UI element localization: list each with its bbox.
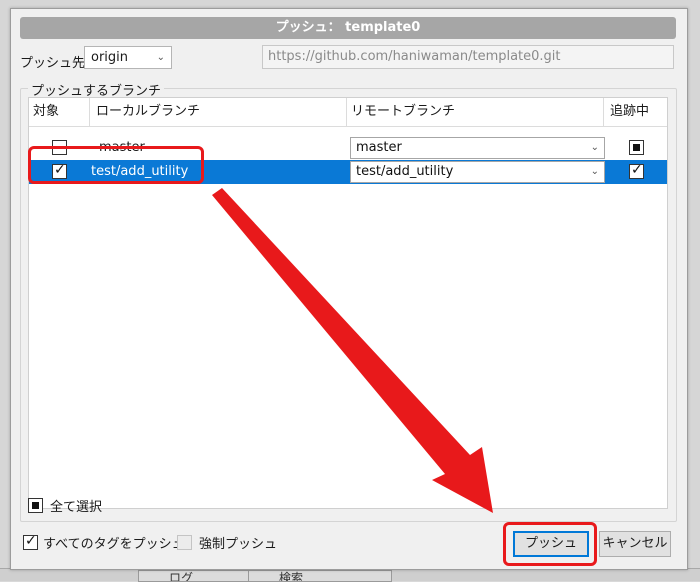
column-header-remote[interactable]: リモートブランチ bbox=[347, 98, 604, 126]
annotation-highlight-push bbox=[503, 522, 597, 566]
column-header-target[interactable]: 対象 bbox=[29, 98, 90, 126]
row-tracking-checkbox[interactable] bbox=[629, 140, 644, 155]
row-remote-branch-value: master bbox=[356, 140, 402, 155]
remote-url-field: https://github.com/haniwaman/template0.g… bbox=[262, 45, 674, 69]
row-tracking-checkbox[interactable] bbox=[629, 162, 644, 179]
annotation-highlight-branch bbox=[28, 146, 204, 184]
chevron-down-icon: ⌄ bbox=[590, 142, 599, 153]
select-all-label: 全て選択 bbox=[50, 500, 103, 515]
push-dest-label: プッシュ先: bbox=[20, 56, 90, 71]
select-all-checkbox[interactable] bbox=[28, 498, 43, 513]
push-dialog: プッシュ： template0 プッシュ先: origin ⌄ https://… bbox=[10, 8, 688, 570]
chevron-down-icon: ⌄ bbox=[156, 52, 165, 63]
row-remote-branch-dropdown[interactable]: master ⌄ bbox=[350, 137, 605, 159]
push-all-tags-label: すべてのタグをプッシュ bbox=[43, 537, 185, 552]
column-header-tracking[interactable]: 追跡中 bbox=[604, 98, 667, 126]
push-all-tags-checkbox[interactable] bbox=[23, 533, 38, 550]
remote-select-value: origin bbox=[91, 50, 129, 65]
background-tab-search[interactable]: 検索 bbox=[248, 570, 392, 582]
remote-select[interactable]: origin ⌄ bbox=[84, 46, 172, 69]
force-push-checkbox[interactable] bbox=[177, 535, 192, 550]
cancel-button[interactable]: キャンセル bbox=[599, 531, 671, 557]
row-remote-branch-value: test/add_utility bbox=[356, 164, 454, 179]
column-header-local[interactable]: ローカルブランチ bbox=[90, 98, 347, 126]
force-push-label: 強制プッシュ bbox=[199, 537, 278, 552]
dialog-title: プッシュ： template0 bbox=[20, 17, 676, 39]
table-header: 対象 ローカルブランチ リモートブランチ 追跡中 bbox=[29, 98, 667, 127]
chevron-down-icon: ⌄ bbox=[590, 166, 599, 177]
row-remote-branch-dropdown[interactable]: test/add_utility ⌄ bbox=[350, 161, 605, 183]
